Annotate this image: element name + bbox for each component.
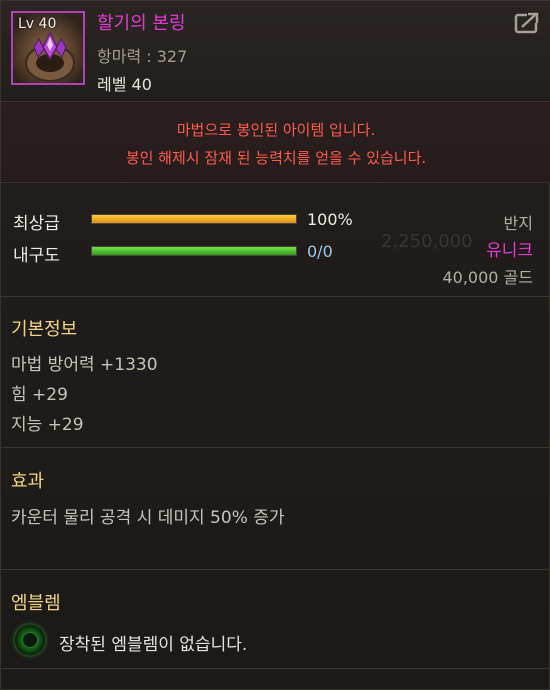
stat-strength: 힘 +29	[11, 385, 68, 405]
grade-bar	[91, 214, 297, 224]
durability-value: 0/0	[307, 242, 333, 261]
item-type: 반지	[503, 214, 533, 233]
seal-line-2: 봉인 해제시 잠재 된 능력치를 얻을 수 있습니다.	[125, 149, 427, 167]
emblem-title: 엠블렘	[11, 593, 61, 614]
ring-icon	[25, 31, 75, 82]
divider	[1, 447, 550, 448]
item-price: 40,000 골드	[442, 268, 533, 287]
effect-line: 카운터 물리 공격 시 데미지 50% 증가	[11, 508, 285, 528]
stat-intelligence: 지능 +29	[11, 415, 84, 435]
item-name: 할기의 본링	[97, 13, 186, 34]
stat-magic-defense: 마법 방어력 +1330	[11, 355, 158, 375]
divider	[1, 569, 550, 570]
faded-price: 2,250,000	[381, 231, 473, 252]
item-icon[interactable]: Lv 40	[11, 11, 85, 85]
share-icon[interactable]	[513, 9, 543, 35]
tooltip-header: Lv 40 할기의 본링 항마력 : 327 레벨 40	[1, 1, 550, 102]
effect-title: 효과	[11, 471, 45, 492]
emblem-slot[interactable]	[15, 625, 45, 655]
seal-notice: 마법으로 봉인된 아이템 입니다. 봉인 해제시 잠재 된 능력치를 얻을 수 …	[1, 102, 550, 183]
item-magic-resist: 항마력 : 327	[97, 47, 188, 66]
emblem-empty-text: 장착된 엠블렘이 없습니다.	[59, 635, 248, 655]
durability-bar	[91, 246, 297, 256]
durability-label: 내구도	[13, 246, 60, 266]
grade-bar-fill	[92, 215, 296, 223]
grade-value: 100%	[307, 210, 353, 229]
grade-label: 최상급	[13, 214, 60, 234]
durability-bar-fill	[92, 247, 296, 255]
item-tooltip: Lv 40 할기의 본링 항마력 : 327 레벨 40 마법으로 봉인된 아이…	[0, 0, 550, 690]
item-level: 레벨 40	[97, 75, 152, 94]
item-rarity: 유니크	[486, 241, 533, 261]
seal-line-1: 마법으로 봉인된 아이템 입니다.	[176, 121, 376, 139]
basic-info-title: 기본정보	[11, 319, 78, 340]
divider	[1, 296, 550, 297]
divider	[1, 668, 550, 669]
